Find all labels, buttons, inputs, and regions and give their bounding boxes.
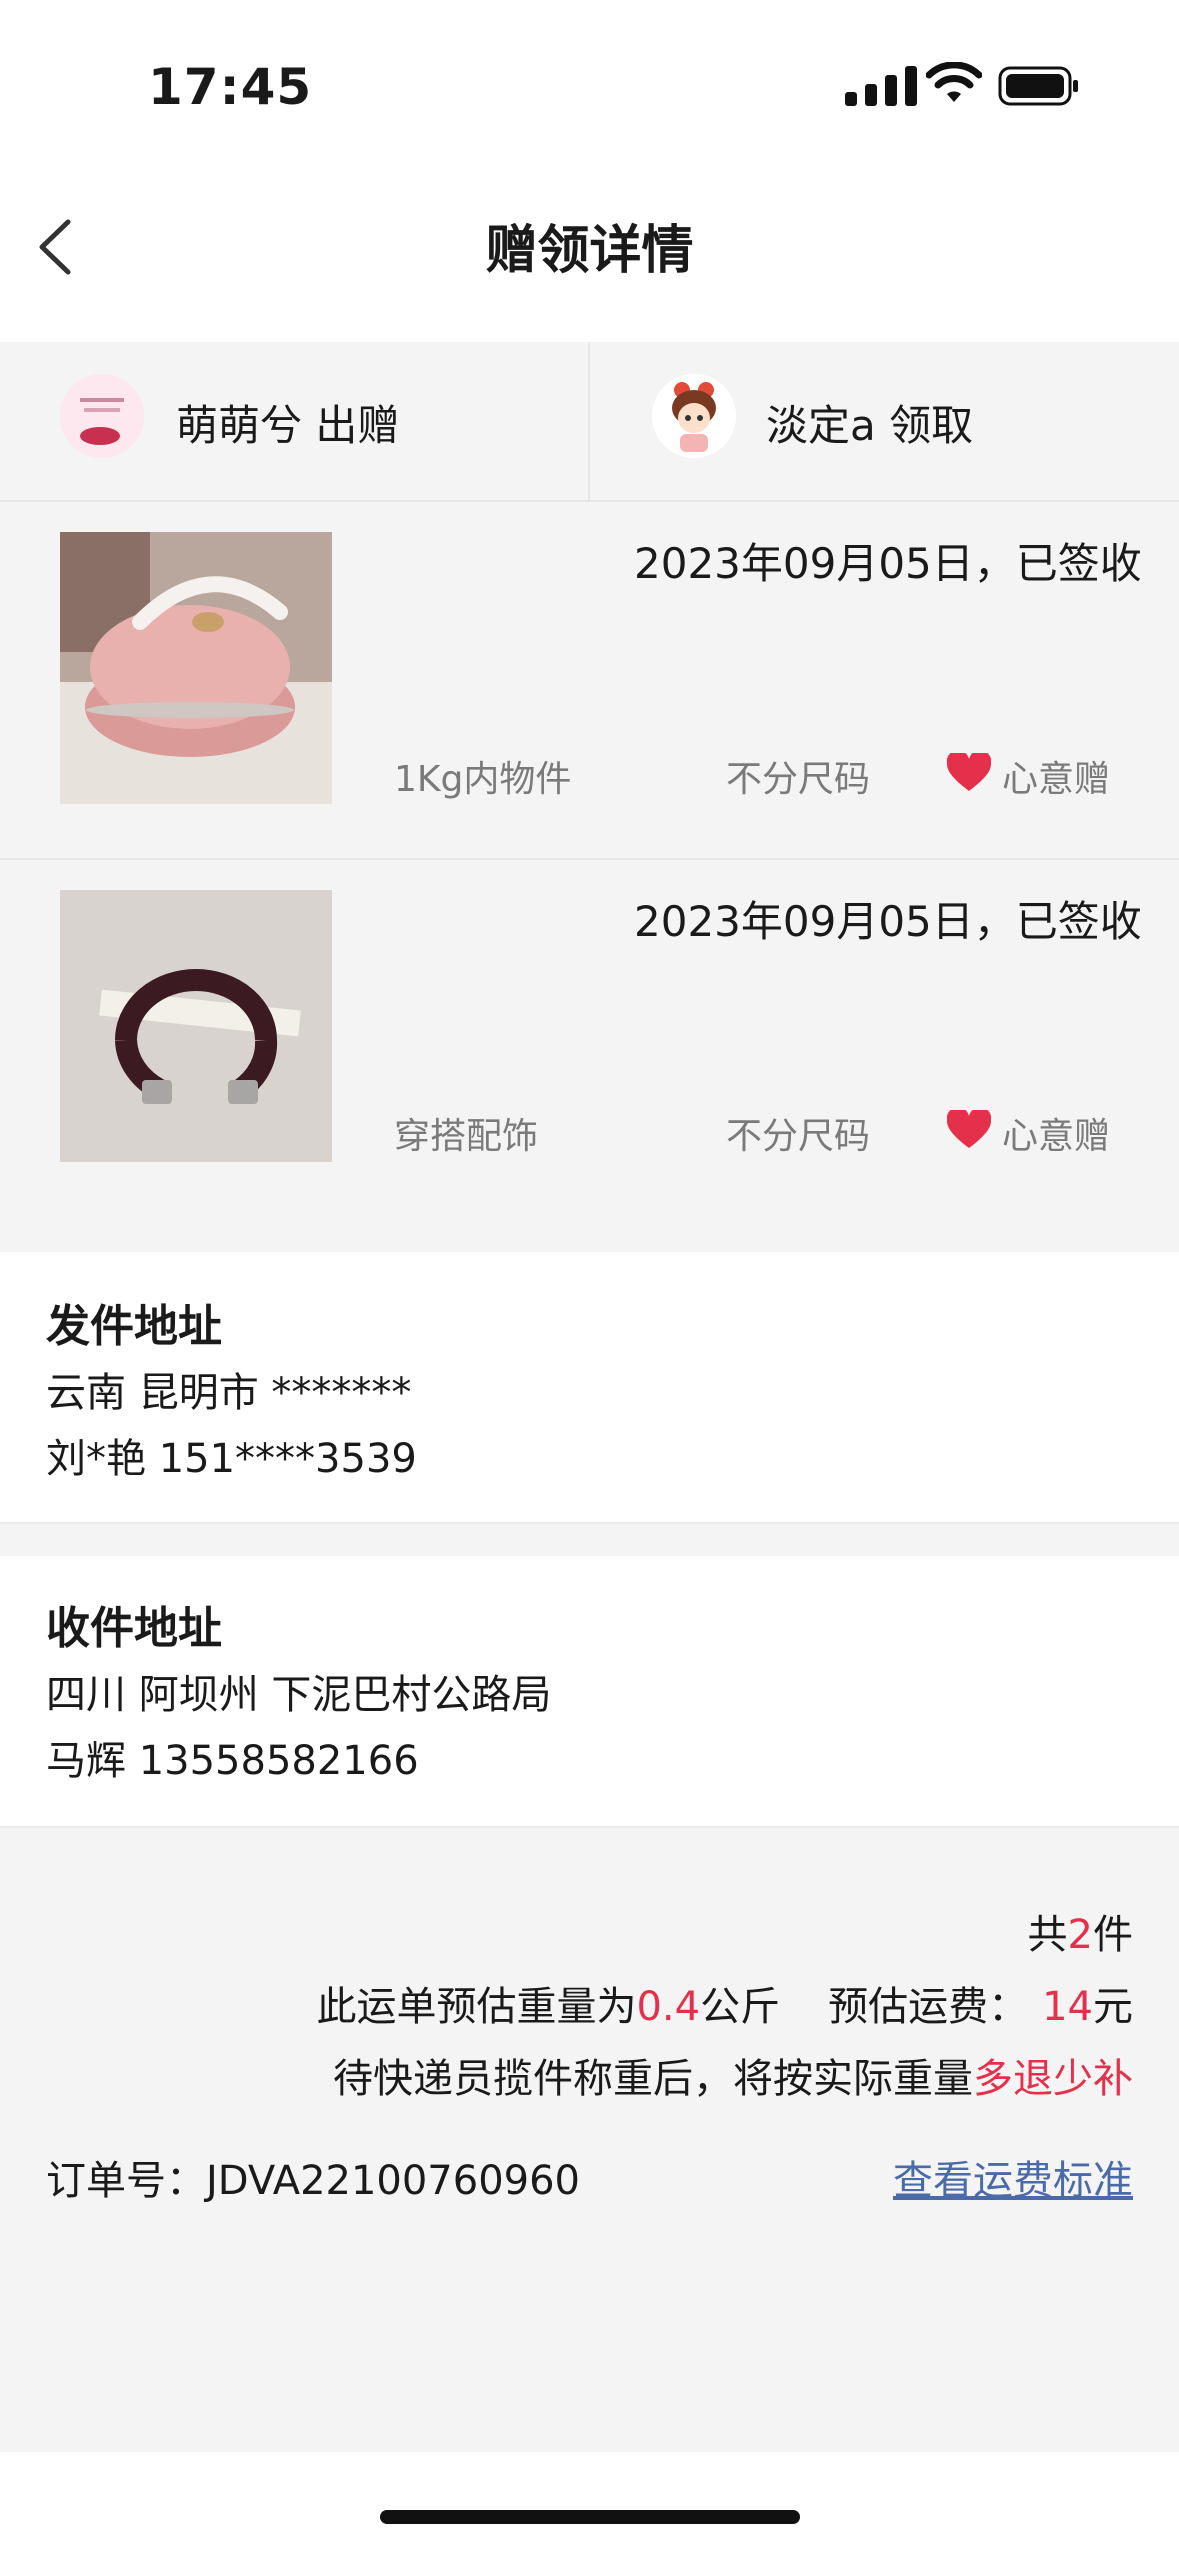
item-category: 穿搭配饰 — [394, 1116, 539, 1157]
fee-standard-link[interactable]: 查看运费标准 — [893, 2148, 1133, 2206]
item-count: 共2件 — [1028, 1902, 1133, 1960]
receiver-avatar-image — [652, 374, 736, 458]
weight-note-highlight: 多退少补 — [973, 2056, 1133, 2102]
item-count-value: 2 — [1067, 1912, 1093, 1958]
status-time: 17:45 — [148, 58, 313, 116]
heart-icon — [947, 1110, 991, 1148]
fee-unit: 元 — [1093, 1984, 1133, 2030]
party-divider — [588, 342, 590, 500]
home-indicator[interactable] — [380, 2510, 800, 2524]
weight-prefix: 此运单预估重量为 — [316, 1984, 637, 2030]
item-count-suffix: 件 — [1093, 1912, 1133, 1958]
order-number-value: JDVA22100760960 — [206, 2158, 581, 2204]
item-count-prefix: 共 — [1027, 1912, 1068, 1958]
pink-container-image — [60, 532, 332, 804]
sender-contact: 刘*艳 151****3539 — [46, 1436, 417, 1482]
bracelet-image — [60, 890, 332, 1162]
sender-address-title: 发件地址 — [46, 1301, 222, 1352]
heart-icon — [947, 753, 991, 791]
page-title: 赠领详情 — [485, 221, 694, 281]
section-separator — [0, 1522, 1179, 1556]
wifi-icon — [926, 62, 982, 102]
item-gift-type: 心意赠 — [1002, 1116, 1111, 1157]
item-thumbnail[interactable] — [60, 532, 332, 804]
sender-address-region: 云南 昆明市 ******* — [46, 1370, 412, 1416]
receiver-label: 淡定a 领取 — [766, 401, 974, 450]
receiver-address-title: 收件地址 — [46, 1603, 222, 1654]
weight-note-text: 待快递员揽件称重后，将按实际重量 — [333, 2056, 973, 2102]
giver-label: 萌萌兮 出赠 — [176, 401, 400, 450]
receiver-address-region: 四川 阿坝州 下泥巴村公路局 — [46, 1672, 552, 1718]
weight-unit: 公斤 — [700, 1984, 781, 2030]
item-thumbnail[interactable] — [60, 890, 332, 1162]
item-size: 不分尺码 — [726, 759, 871, 800]
weight-value: 0.4 — [636, 1984, 701, 2030]
giver-avatar-image — [60, 374, 144, 458]
item-gift-type: 心意赠 — [1002, 759, 1111, 800]
giver-avatar[interactable] — [60, 374, 144, 458]
fee-value: 14 — [1042, 1984, 1093, 2030]
order-number-row: 订单号：JDVA22100760960 — [46, 2148, 580, 2206]
item-date-status: 2023年09月05日，已签收 — [634, 539, 1142, 588]
weight-fee-line: 此运单预估重量为0.4公斤 预估运费： 14元 — [316, 1974, 1133, 2032]
item-size: 不分尺码 — [726, 1116, 871, 1157]
weight-note-line: 待快递员揽件称重后，将按实际重量多退少补 — [333, 2046, 1133, 2104]
shipping-summary-panel — [0, 1826, 1179, 2452]
receiver-avatar[interactable] — [652, 374, 736, 458]
item-category: 1Kg内物件 — [394, 759, 572, 800]
item-date-status: 2023年09月05日，已签收 — [634, 897, 1142, 946]
order-number-label: 订单号： — [46, 2158, 206, 2204]
battery-icon — [998, 66, 1078, 106]
signal-icon — [845, 66, 917, 106]
receiver-contact: 马辉 13558582166 — [46, 1738, 419, 1784]
fee-label: 预估运费： — [828, 1984, 1029, 2030]
